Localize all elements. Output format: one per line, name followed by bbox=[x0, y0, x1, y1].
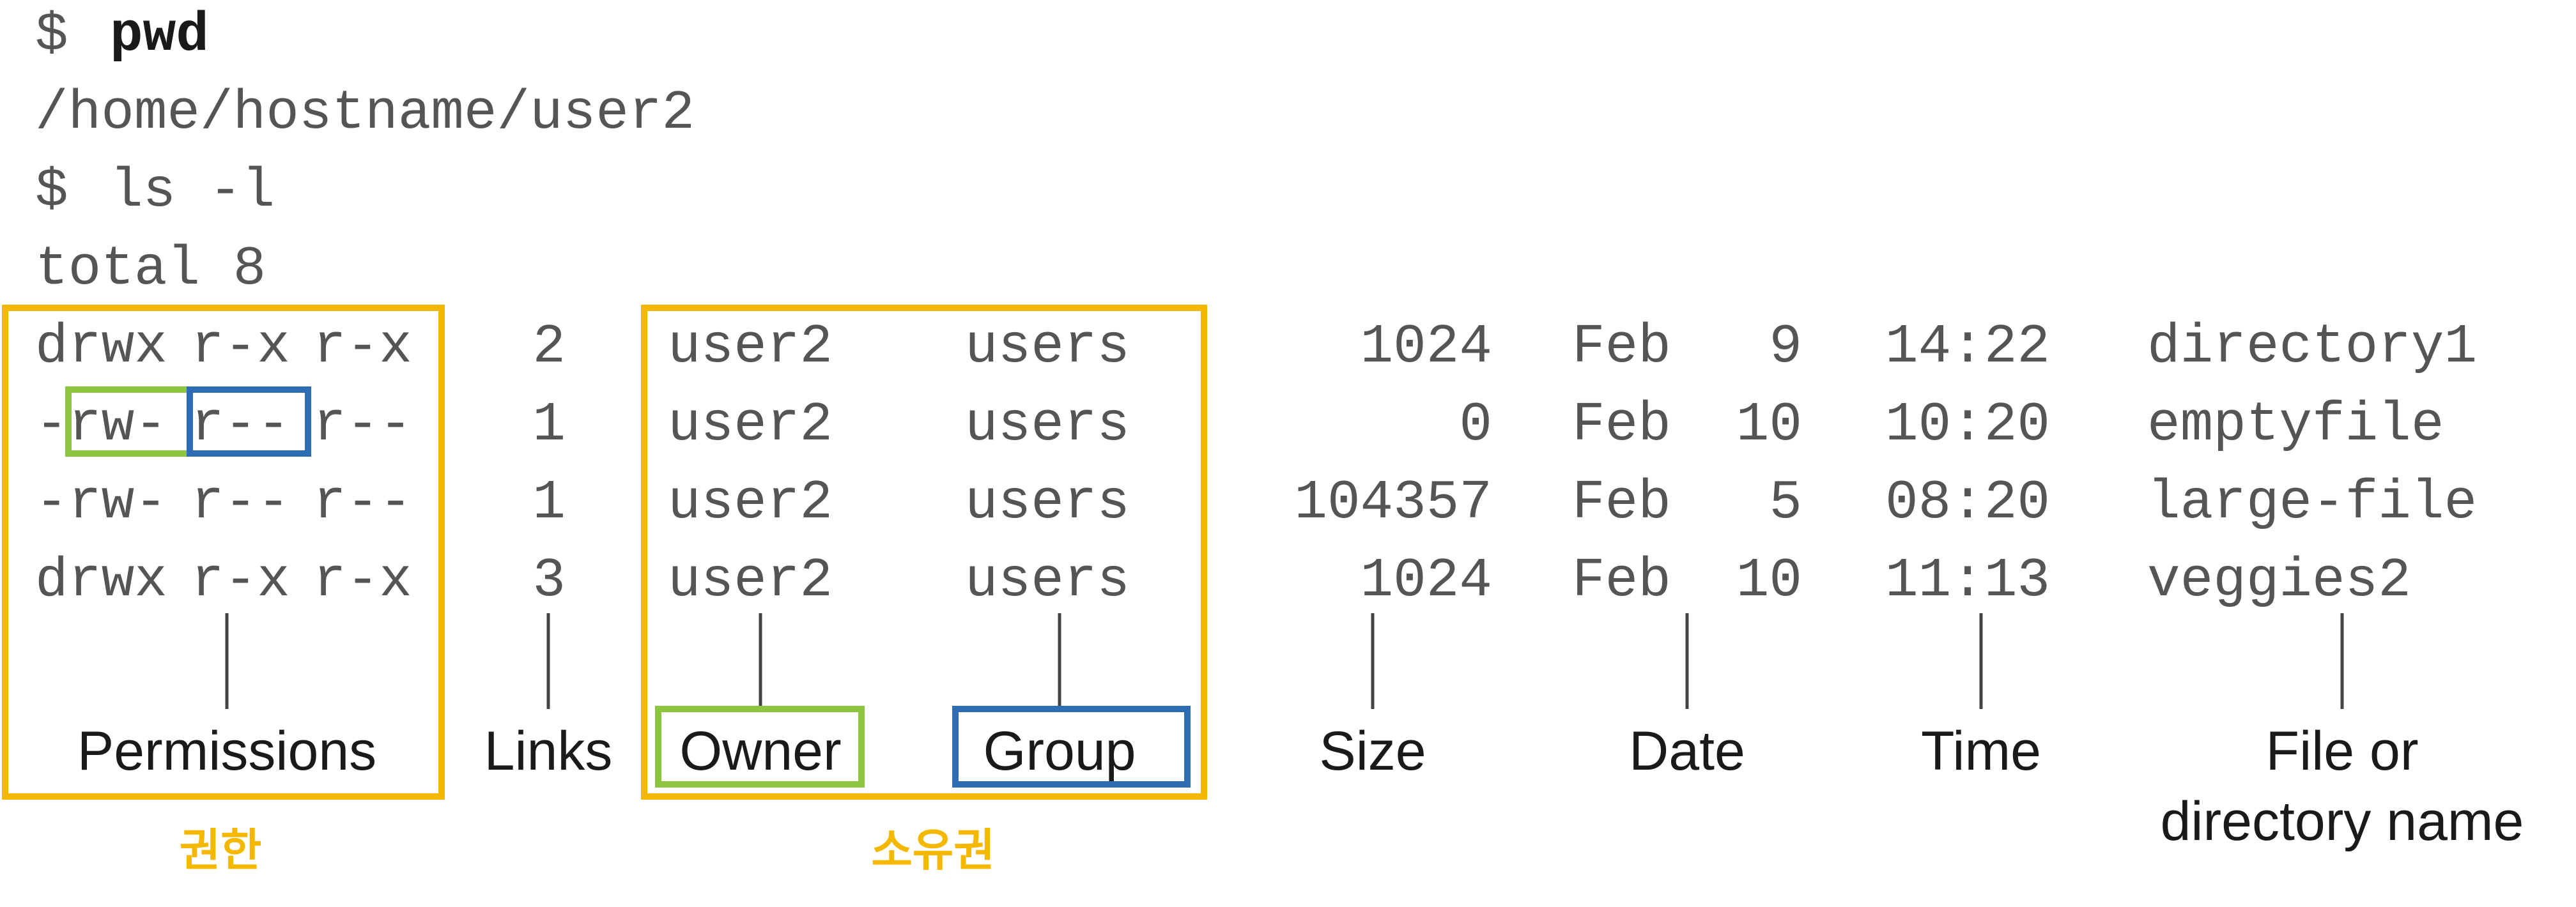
ls-long-format-diagram: $ pwd /home/hostname/user2 $ ls -l total… bbox=[2, 4, 2524, 876]
month-cell: Feb bbox=[1572, 316, 1671, 378]
name-cell: directory1 bbox=[2147, 316, 2477, 378]
label-size: Size bbox=[1319, 720, 1426, 782]
time-cell: 14:22 bbox=[1885, 316, 2050, 378]
group-cell: users bbox=[965, 316, 1130, 378]
group-cell: users bbox=[965, 393, 1130, 456]
label-name-line1: File or bbox=[2266, 720, 2419, 782]
perm-type: d bbox=[35, 316, 68, 378]
size-cell: 1024 bbox=[1361, 316, 1492, 378]
permissions-cell: -rw-r-- r-- bbox=[35, 393, 412, 456]
prompt-1: $ bbox=[35, 4, 68, 66]
month-cell: Feb bbox=[1572, 549, 1671, 612]
listing-row: -rw-r-- r-- 1 user2 users 0 Feb 10 10:20 … bbox=[35, 393, 2444, 456]
perm-owner: rw- bbox=[68, 471, 167, 534]
size-cell: 0 bbox=[1459, 393, 1492, 456]
time-cell: 10:20 bbox=[1885, 393, 2050, 456]
owner-cell: user2 bbox=[668, 393, 833, 456]
perm-owner: rwx bbox=[68, 316, 167, 378]
perm-group: r-- bbox=[191, 471, 290, 534]
name-cell: emptyfile bbox=[2147, 393, 2444, 456]
label-permissions: Permissions bbox=[77, 720, 376, 782]
cmd-ls: ls -l bbox=[110, 160, 275, 222]
time-cell: 11:13 bbox=[1885, 549, 2050, 612]
permissions-cell: drwx r-x r-x bbox=[35, 549, 412, 612]
perm-other: r-x bbox=[313, 549, 412, 612]
perm-other: r-- bbox=[313, 471, 412, 534]
label-links: Links bbox=[484, 720, 613, 782]
perm-group: r-x bbox=[191, 316, 290, 378]
label-time: Time bbox=[1921, 720, 2041, 782]
day-cell: 10 bbox=[1736, 393, 1802, 456]
time-cell: 08:20 bbox=[1885, 471, 2050, 534]
perm-group: r-x bbox=[191, 549, 290, 612]
day-cell: 10 bbox=[1736, 549, 1802, 612]
cmd-pwd: pwd bbox=[110, 4, 209, 66]
size-cell: 1024 bbox=[1361, 549, 1492, 612]
permissions-cell: -rw-r-- r-- bbox=[35, 471, 412, 534]
owner-cell: user2 bbox=[668, 471, 833, 534]
perm-other: r-- bbox=[313, 393, 412, 456]
name-cell: large-file bbox=[2147, 471, 2477, 534]
prompt-2: $ bbox=[35, 160, 68, 222]
annotations: 권한 소유권 bbox=[180, 824, 995, 876]
owner-cell: user2 bbox=[668, 316, 833, 378]
links-cell: 3 bbox=[532, 549, 566, 612]
links-cell: 1 bbox=[532, 393, 566, 456]
annotation-ownership-kr: 소유권 bbox=[871, 824, 994, 876]
links-cell: 1 bbox=[532, 471, 566, 534]
size-cell: 104357 bbox=[1294, 471, 1492, 534]
day-cell: 9 bbox=[1769, 316, 1802, 378]
owner-cell: user2 bbox=[668, 549, 833, 612]
perm-group: r-- bbox=[191, 393, 290, 456]
total-line: total 8 bbox=[35, 238, 266, 300]
listing-row: drwx r-x r-x 2 user2 users 1024 Feb 9 14:2… bbox=[35, 316, 2477, 378]
perm-type: - bbox=[35, 471, 68, 534]
month-cell: Feb bbox=[1572, 393, 1671, 456]
label-group: Group bbox=[983, 720, 1136, 782]
perm-type: d bbox=[35, 549, 68, 612]
group-cell: users bbox=[965, 471, 1130, 534]
listing-row: -rw-r-- r-- 1 user2 users 104357 Feb 5 08… bbox=[35, 471, 2477, 534]
perm-owner: rwx bbox=[68, 549, 167, 612]
day-cell: 5 bbox=[1769, 471, 1802, 534]
command-block: $ pwd /home/hostname/user2 $ ls -l total… bbox=[35, 4, 695, 300]
label-name-line2: directory name bbox=[2161, 791, 2524, 852]
leader-lines bbox=[225, 613, 2344, 709]
name-cell: veggies2 bbox=[2147, 549, 2411, 612]
annotation-permissions-kr: 권한 bbox=[180, 824, 262, 876]
label-owner: Owner bbox=[679, 720, 841, 782]
listing: drwx r-x r-x 2 user2 users 1024 Feb 9 14:2… bbox=[35, 316, 2477, 612]
listing-row: drwx r-x r-x 3 user2 users 1024 Feb 10 11:… bbox=[35, 549, 2411, 612]
month-cell: Feb bbox=[1572, 471, 1671, 534]
links-cell: 2 bbox=[532, 316, 566, 378]
perm-other: r-x bbox=[313, 316, 412, 378]
group-cell: users bbox=[965, 549, 1130, 612]
perm-owner: rw- bbox=[68, 393, 167, 456]
pwd-output: /home/hostname/user2 bbox=[35, 82, 695, 144]
perm-type: - bbox=[35, 393, 68, 456]
permissions-cell: drwx r-x r-x bbox=[35, 316, 412, 378]
label-date: Date bbox=[1629, 720, 1745, 782]
